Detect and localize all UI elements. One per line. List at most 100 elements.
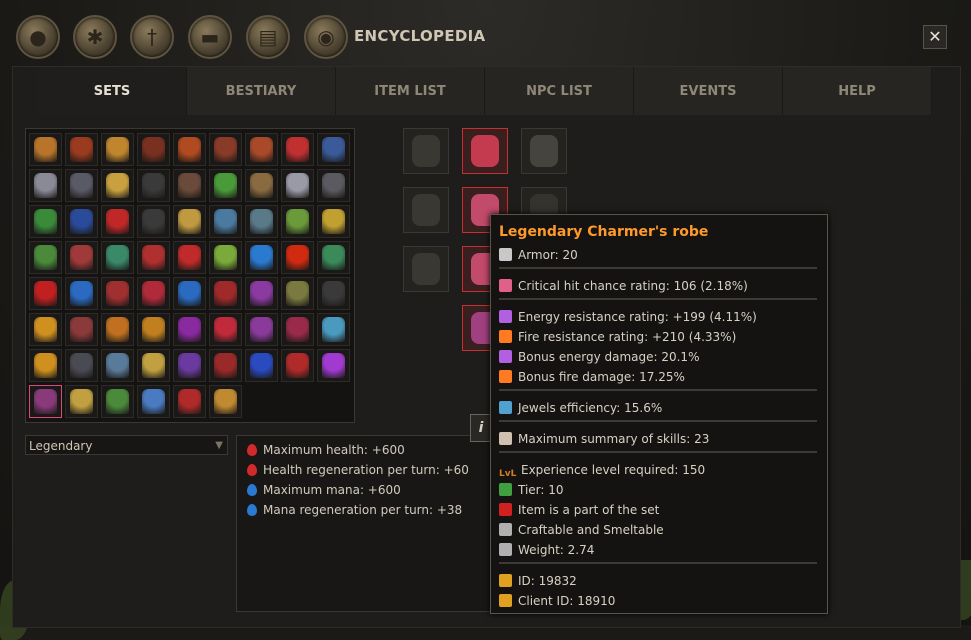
slot-belt[interactable] bbox=[521, 128, 567, 174]
set-item-slot[interactable] bbox=[29, 241, 62, 274]
tab-npc-list[interactable]: NPC LIST bbox=[485, 67, 634, 115]
set-item-slot[interactable] bbox=[281, 349, 314, 382]
set-item-slot[interactable] bbox=[317, 349, 350, 382]
set-item-slot[interactable] bbox=[209, 169, 242, 202]
armor-icon bbox=[106, 281, 129, 306]
set-item-slot[interactable] bbox=[101, 349, 134, 382]
tab-help[interactable]: HELP bbox=[783, 67, 932, 115]
armor-icon bbox=[214, 353, 237, 378]
set-item-slot[interactable] bbox=[137, 313, 170, 346]
set-item-slot[interactable] bbox=[101, 205, 134, 238]
set-item-slot[interactable] bbox=[29, 205, 62, 238]
set-item-slot[interactable] bbox=[173, 277, 206, 310]
set-item-slot[interactable] bbox=[65, 313, 98, 346]
set-item-slot[interactable] bbox=[65, 205, 98, 238]
set-item-slot[interactable] bbox=[317, 169, 350, 202]
slot-weapon-sword[interactable] bbox=[403, 187, 449, 233]
close-button[interactable]: ✕ bbox=[923, 25, 947, 49]
slot-hat[interactable] bbox=[462, 128, 508, 174]
tab-item-list[interactable]: ITEM LIST bbox=[336, 67, 485, 115]
tab-events[interactable]: EVENTS bbox=[634, 67, 783, 115]
rarity-dropdown[interactable]: Legendary ▼ bbox=[25, 435, 228, 455]
scroll-icon[interactable]: ▤ bbox=[246, 15, 290, 59]
set-item-slot[interactable] bbox=[281, 313, 314, 346]
set-item-slot[interactable] bbox=[173, 169, 206, 202]
set-item-slot[interactable] bbox=[209, 313, 242, 346]
set-item-slot[interactable] bbox=[101, 385, 134, 418]
armor-icon bbox=[142, 209, 165, 234]
set-item-slot[interactable] bbox=[209, 241, 242, 274]
tab-sets[interactable]: SETS bbox=[38, 67, 187, 115]
tab-bestiary[interactable]: BESTIARY bbox=[187, 67, 336, 115]
set-item-slot[interactable] bbox=[209, 205, 242, 238]
set-item-slot[interactable] bbox=[317, 241, 350, 274]
set-item-slot[interactable] bbox=[65, 349, 98, 382]
set-item-slot[interactable] bbox=[209, 385, 242, 418]
bag-icon[interactable]: ● bbox=[16, 15, 60, 59]
set-item-slot[interactable] bbox=[245, 349, 278, 382]
star-icon bbox=[499, 594, 512, 607]
set-item-slot[interactable] bbox=[209, 277, 242, 310]
set-item-slot[interactable] bbox=[281, 277, 314, 310]
set-item-slot[interactable] bbox=[65, 241, 98, 274]
set-item-slot[interactable] bbox=[137, 349, 170, 382]
set-item-slot[interactable] bbox=[173, 133, 206, 166]
sword-icon[interactable]: † bbox=[130, 15, 174, 59]
set-item-slot[interactable] bbox=[245, 205, 278, 238]
set-item-slot[interactable] bbox=[29, 349, 62, 382]
set-item-slot[interactable] bbox=[101, 133, 134, 166]
set-item-slot[interactable] bbox=[29, 169, 62, 202]
set-item-slot[interactable] bbox=[29, 133, 62, 166]
set-item-slot[interactable] bbox=[281, 169, 314, 202]
beetle-icon[interactable]: ✱ bbox=[73, 15, 117, 59]
armor-icon bbox=[499, 248, 512, 261]
mana-regen-icon bbox=[247, 504, 257, 516]
window-title: ENCYCLOPEDIA bbox=[354, 27, 486, 45]
set-item-slot[interactable] bbox=[173, 385, 206, 418]
set-item-slot[interactable] bbox=[137, 133, 170, 166]
set-item-slot[interactable] bbox=[101, 241, 134, 274]
set-item-slot[interactable] bbox=[101, 277, 134, 310]
weight-icon bbox=[499, 543, 512, 556]
set-item-slot[interactable] bbox=[65, 133, 98, 166]
armor-icon bbox=[322, 317, 345, 342]
set-item-slot[interactable] bbox=[245, 241, 278, 274]
set-item-slot[interactable] bbox=[137, 241, 170, 274]
set-item-slot[interactable] bbox=[281, 205, 314, 238]
set-icon bbox=[499, 503, 512, 516]
set-item-slot[interactable] bbox=[317, 133, 350, 166]
set-item-slot[interactable] bbox=[101, 313, 134, 346]
set-item-slot[interactable] bbox=[173, 313, 206, 346]
set-item-slot[interactable] bbox=[209, 349, 242, 382]
set-item-slot[interactable] bbox=[281, 133, 314, 166]
set-item-slot[interactable] bbox=[173, 205, 206, 238]
set-item-slot[interactable] bbox=[137, 205, 170, 238]
eye-icon[interactable]: ◉ bbox=[304, 15, 348, 59]
ring-icon bbox=[412, 253, 440, 285]
set-item-slot[interactable] bbox=[29, 385, 62, 418]
set-item-slot[interactable] bbox=[245, 133, 278, 166]
set-item-slot[interactable] bbox=[137, 385, 170, 418]
set-item-slot[interactable] bbox=[317, 205, 350, 238]
set-item-slot[interactable] bbox=[137, 277, 170, 310]
set-item-slot[interactable] bbox=[317, 277, 350, 310]
set-item-slot[interactable] bbox=[173, 241, 206, 274]
set-item-slot[interactable] bbox=[65, 277, 98, 310]
set-item-slot[interactable] bbox=[137, 169, 170, 202]
set-item-slot[interactable] bbox=[317, 313, 350, 346]
set-item-slot[interactable] bbox=[101, 169, 134, 202]
set-item-slot[interactable] bbox=[29, 277, 62, 310]
set-item-slot[interactable] bbox=[173, 349, 206, 382]
set-item-slot[interactable] bbox=[65, 385, 98, 418]
anvil-icon[interactable]: ▬ bbox=[188, 15, 232, 59]
set-item-slot[interactable] bbox=[281, 241, 314, 274]
set-item-slot[interactable] bbox=[245, 169, 278, 202]
set-item-slot[interactable] bbox=[209, 133, 242, 166]
slot-weapon-whip[interactable] bbox=[403, 128, 449, 174]
set-item-slot[interactable] bbox=[29, 313, 62, 346]
set-item-slot[interactable] bbox=[65, 169, 98, 202]
set-item-slot[interactable] bbox=[245, 313, 278, 346]
slot-ring[interactable] bbox=[403, 246, 449, 292]
info-button[interactable]: i bbox=[470, 414, 492, 442]
set-item-slot[interactable] bbox=[245, 277, 278, 310]
